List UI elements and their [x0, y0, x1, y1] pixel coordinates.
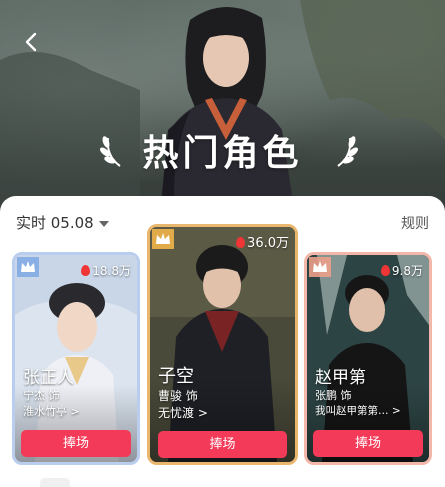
support-button[interactable]: 捧场: [158, 431, 287, 458]
heat-value: 36.0万: [247, 236, 289, 251]
actor-credit: 宁杰 饰: [23, 389, 60, 402]
laurel-right-icon: [337, 136, 358, 167]
crown-icon: [17, 257, 39, 277]
actor-credit: 曹骏 饰: [158, 389, 198, 403]
drama-link[interactable]: 我叫赵甲第第… >: [315, 403, 401, 418]
support-button[interactable]: 捧场: [313, 430, 423, 457]
heat-count: 9.8万: [380, 262, 423, 279]
support-button[interactable]: 捧场: [21, 430, 131, 457]
crown-icon: [309, 257, 331, 277]
realtime-label: 实时 05.08: [16, 214, 94, 232]
character-card-rank-1[interactable]: 36.0万 子空 曹骏 饰 无忧渡 > 捧场: [147, 224, 298, 465]
crown-icon: [152, 229, 174, 249]
flame-icon: [380, 265, 390, 276]
next-section-peek: [40, 478, 70, 487]
heat-count: 36.0万: [236, 232, 289, 251]
hero-character-image: [0, 0, 445, 215]
drama-link[interactable]: 无忧渡 >: [158, 404, 208, 421]
back-button[interactable]: [20, 30, 44, 54]
hero-banner: 热门角色: [0, 0, 445, 215]
realtime-date-selector[interactable]: 实时 05.08: [16, 212, 109, 233]
drama-link[interactable]: 淮水竹亭 >: [23, 403, 80, 419]
rules-link[interactable]: 规则: [401, 213, 429, 233]
flame-icon: [81, 265, 91, 276]
caret-down-icon: [98, 220, 109, 227]
character-name: 赵甲第: [315, 368, 366, 388]
heat-value: 18.8万: [92, 264, 131, 278]
heat-value: 9.8万: [391, 264, 423, 278]
character-name: 子空: [158, 366, 194, 387]
character-card-rank-3[interactable]: 9.8万 赵甲第 张鹏 饰 我叫赵甲第第… > 捧场: [304, 252, 432, 465]
page-title: 热门角色: [142, 133, 303, 174]
character-card-rank-2[interactable]: 18.8万 张正人 宁杰 饰 淮水竹亭 > 捧场: [12, 252, 140, 465]
heat-count: 18.8万: [81, 262, 131, 279]
flame-icon: [236, 237, 246, 248]
character-name: 张正人: [23, 368, 74, 388]
actor-credit: 张鹏 饰: [315, 389, 352, 402]
